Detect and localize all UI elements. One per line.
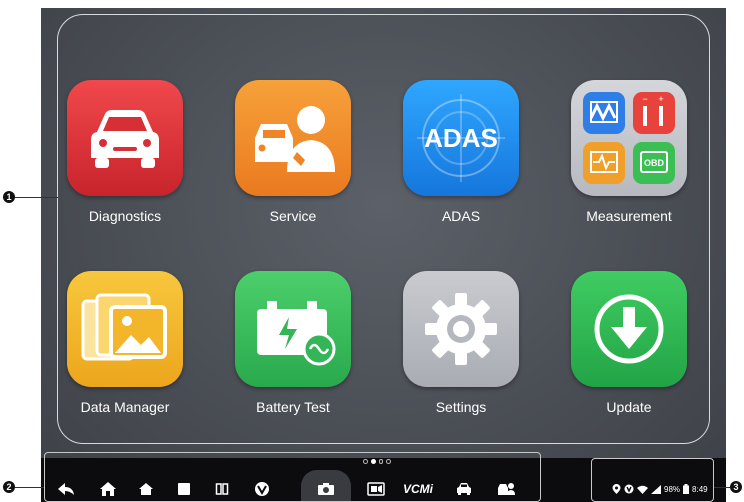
app-measurement[interactable]: − + OBD Measurement	[564, 80, 694, 224]
app-label: Settings	[435, 399, 487, 415]
app-adas[interactable]: ADAS ADAS	[396, 80, 526, 224]
svg-text:+: +	[658, 94, 663, 104]
app-data-manager[interactable]: Data Manager	[60, 271, 190, 415]
callout-leader	[14, 197, 58, 198]
app-label: Update	[606, 399, 652, 415]
update-tile[interactable]	[571, 271, 687, 387]
obd-text: OBD	[644, 158, 665, 168]
photos-icon	[81, 293, 167, 361]
app-service[interactable]: Service	[228, 80, 358, 224]
gear-icon	[425, 293, 497, 365]
app-label: Diagnostics	[88, 208, 162, 224]
measurement-icon: − + OBD	[583, 92, 675, 184]
adas-text: ADAS	[424, 123, 498, 153]
app-label: Battery Test	[256, 399, 330, 415]
diagnostics-tile[interactable]	[67, 80, 183, 196]
callout-3: 3	[730, 481, 742, 493]
svg-text:−: −	[642, 94, 647, 104]
measurement-tile[interactable]: − + OBD	[571, 80, 687, 196]
manual-figure: { "apps": [ {"label": "Diagnostics", "ic…	[0, 0, 744, 502]
app-update[interactable]: Update	[564, 271, 694, 415]
app-battery-test[interactable]: Battery Test	[228, 271, 358, 415]
service-tile[interactable]	[235, 80, 351, 196]
battery-test-tile[interactable]	[235, 271, 351, 387]
download-icon	[594, 294, 664, 364]
adas-icon: ADAS	[417, 94, 505, 182]
mechanic-icon	[255, 106, 335, 172]
app-settings[interactable]: Settings	[396, 271, 526, 415]
callout-1: 1	[3, 191, 15, 203]
app-label: Service	[269, 208, 317, 224]
status-icons-highlight	[591, 458, 714, 502]
car-front-icon	[91, 110, 159, 168]
callout-leader	[14, 487, 44, 488]
app-label: Measurement	[586, 208, 672, 224]
battery-icon	[257, 301, 336, 366]
navigation-buttons-highlight	[44, 452, 541, 502]
app-label: Data Manager	[80, 399, 170, 415]
app-diagnostics[interactable]: Diagnostics	[60, 80, 190, 224]
callout-2: 2	[3, 481, 15, 493]
adas-tile[interactable]: ADAS	[403, 80, 519, 196]
settings-tile[interactable]	[403, 271, 519, 387]
data-manager-tile[interactable]	[67, 271, 183, 387]
app-label: ADAS	[441, 208, 481, 224]
